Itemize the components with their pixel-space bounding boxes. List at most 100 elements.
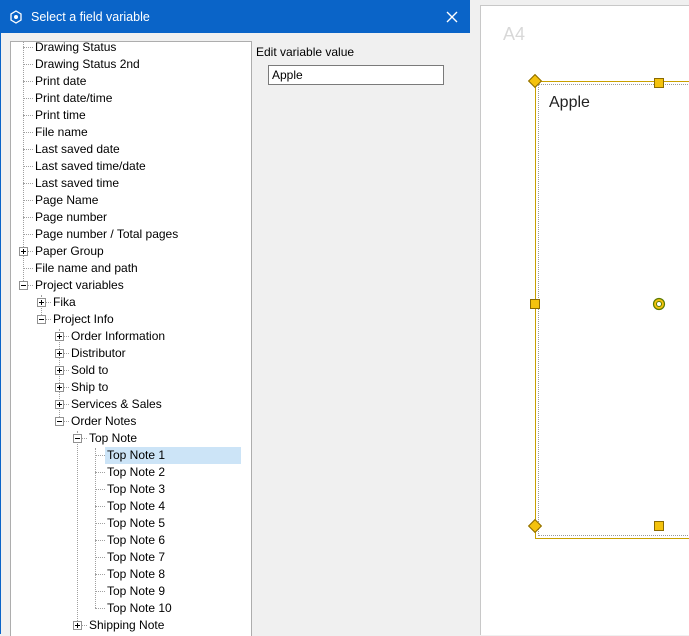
tree-line (23, 81, 33, 82)
tree-line (95, 608, 105, 609)
tree-item[interactable]: Project variables (33, 277, 126, 294)
tree-line (95, 591, 105, 592)
tree-line (95, 472, 105, 473)
tree-item[interactable]: Top Note 1 (105, 447, 241, 464)
tree-item-label: Print date/time (35, 91, 113, 105)
tree-item[interactable]: Top Note 2 (105, 464, 167, 481)
text-box-content: Apple (549, 94, 590, 111)
tree-line (23, 64, 33, 65)
resize-handle-left[interactable] (530, 299, 540, 309)
tree-item[interactable]: Fika (51, 294, 78, 311)
tree-item-label: Page number / Total pages (35, 227, 179, 241)
tree-item[interactable]: Top Note 9 (105, 583, 167, 600)
tree-item[interactable]: Distributor (69, 345, 128, 362)
resize-handle-top[interactable] (654, 78, 664, 88)
tree-item[interactable]: Top Note (87, 430, 139, 447)
plus-expander-icon[interactable] (55, 383, 64, 392)
tree-line (95, 557, 105, 558)
tree-item-label: Print date (35, 74, 87, 88)
tree-item[interactable]: Print time (33, 107, 88, 124)
plus-expander-icon[interactable] (73, 621, 82, 630)
tree-item[interactable]: Print date/time (33, 90, 114, 107)
tree-item[interactable]: Services & Sales (69, 396, 164, 413)
minus-expander-icon[interactable] (37, 315, 46, 324)
drawing-canvas[interactable]: A4 Apple (470, 0, 689, 635)
tree-item[interactable]: Top Note 5 (105, 515, 167, 532)
tree-item-label: File name (35, 125, 88, 139)
tree-item[interactable]: Order Information (69, 328, 167, 345)
tree-item[interactable]: Project Info (51, 311, 116, 328)
tree-item[interactable]: Top Note 4 (105, 498, 167, 515)
tree-item-label: Print time (35, 108, 86, 122)
tree-item[interactable]: File name and path (33, 260, 140, 277)
tree-item[interactable]: Page number (33, 209, 109, 226)
tree-item-label: Drawing Status 2nd (35, 57, 140, 71)
tree-item[interactable]: Page number / Total pages (33, 226, 180, 243)
tree-item[interactable]: Top Note 10 (105, 600, 174, 617)
tree-line (23, 115, 33, 116)
tree-line (95, 540, 105, 541)
close-icon[interactable] (443, 8, 461, 26)
plus-expander-icon[interactable] (55, 332, 64, 341)
tree-item-label: Top Note 9 (107, 584, 166, 598)
tree-item-label: Page Name (35, 193, 99, 207)
tree-item-label: Project variables (35, 278, 124, 292)
tree-line (23, 268, 33, 269)
tree-line (23, 47, 33, 48)
tree-item[interactable]: Top Note 6 (105, 532, 167, 549)
tree-item-label: Last saved date (35, 142, 120, 156)
tree-item[interactable]: Last saved date (33, 141, 122, 158)
tree-item[interactable]: Top Note 3 (105, 481, 167, 498)
plus-expander-icon[interactable] (19, 247, 28, 256)
text-box-frame (538, 84, 689, 536)
tree-item[interactable]: Paper Group (33, 243, 106, 260)
tree-item[interactable]: Top Note 8 (105, 566, 167, 583)
tree-item[interactable]: Page Name (33, 192, 100, 209)
tree-item-label: Top Note 1 (105, 447, 241, 464)
plus-expander-icon[interactable] (37, 298, 46, 307)
tree-line (95, 455, 105, 456)
tree-item[interactable]: Last saved time/date (33, 158, 148, 175)
plus-expander-icon[interactable] (55, 366, 64, 375)
tree-item-label: Services & Sales (71, 397, 162, 411)
tree-item[interactable]: Shipping Note (87, 617, 166, 634)
resize-handle-bottom[interactable] (654, 521, 664, 531)
app-icon (10, 10, 22, 24)
tree-item-label: Distributor (71, 346, 126, 360)
tree-line (95, 506, 105, 507)
tree-line (95, 523, 105, 524)
tree-item-label: Paper Group (35, 244, 104, 258)
tree-item-label: Top Note 10 (107, 601, 172, 615)
tree-line (95, 489, 105, 490)
minus-expander-icon[interactable] (73, 434, 82, 443)
sheet[interactable]: A4 Apple (480, 5, 689, 635)
tree-item[interactable]: Last saved time (33, 175, 121, 192)
tree-item[interactable]: Drawing Status (33, 42, 118, 56)
variable-tree[interactable]: Drawing Status Drawing Status 2nd Print da… (10, 41, 252, 636)
tree-item-label: Ship to (71, 380, 109, 394)
sheet-name: A4 (503, 24, 526, 44)
tree-item[interactable]: Ship to (69, 379, 110, 396)
tree-item[interactable]: Drawing Status 2nd (33, 56, 142, 73)
tree-item[interactable]: Sold to (69, 362, 110, 379)
variable-value-input[interactable] (268, 65, 444, 85)
tree-line (23, 149, 33, 150)
plus-expander-icon[interactable] (55, 349, 64, 358)
title-bar: Select a field variable (1, 1, 469, 33)
plus-expander-icon[interactable] (55, 400, 64, 409)
tree-item-label: Top Note 2 (107, 465, 166, 479)
tree-item[interactable]: File name (33, 124, 90, 141)
tree-item[interactable]: Top Note 7 (105, 549, 167, 566)
tree-line (23, 234, 33, 235)
rotate-handle-icon[interactable] (652, 297, 666, 311)
dialog-content: Drawing Status Drawing Status 2nd Print da… (1, 33, 469, 636)
tree-line (77, 431, 78, 625)
tree-item[interactable]: Order Notes (69, 413, 138, 430)
tree-item[interactable]: Print date (33, 73, 88, 90)
minus-expander-icon[interactable] (55, 417, 64, 426)
tree-item-label: Shipping Note (89, 618, 165, 632)
tree-item-label: File name and path (35, 261, 138, 275)
tree-line (95, 574, 105, 575)
tree-item-label: Order Notes (71, 414, 137, 428)
minus-expander-icon[interactable] (19, 281, 28, 290)
